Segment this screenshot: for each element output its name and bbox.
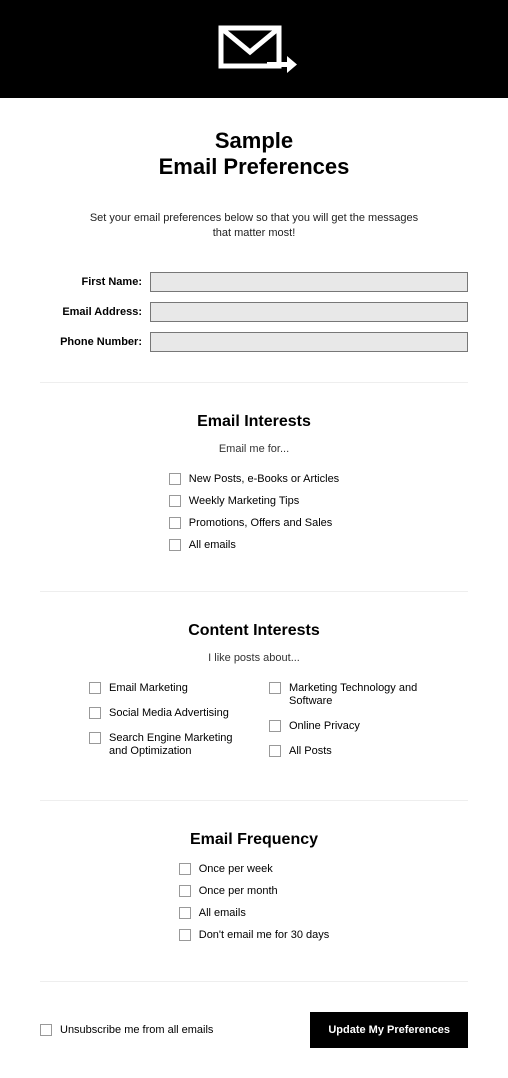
content-option[interactable]: All Posts — [269, 745, 419, 758]
field-phone: Phone Number: — [40, 332, 468, 352]
divider — [40, 981, 468, 982]
checkbox[interactable] — [89, 682, 101, 694]
frequency-label: Once per week — [199, 863, 273, 875]
content-option[interactable]: Marketing Technology and Software — [269, 682, 419, 708]
content-label: Marketing Technology and Software — [289, 682, 419, 708]
email-interests-list: New Posts, e-Books or Articles Weekly Ma… — [169, 473, 339, 561]
checkbox[interactable] — [269, 720, 281, 732]
interest-option[interactable]: All emails — [169, 539, 236, 551]
content-option[interactable]: Email Marketing — [89, 682, 239, 695]
email-forward-icon — [209, 22, 299, 77]
interest-option[interactable]: New Posts, e-Books or Articles — [169, 473, 339, 485]
footer-row: Unsubscribe me from all emails Update My… — [0, 1012, 508, 1048]
content-label: Search Engine Marketing and Optimization — [109, 732, 239, 758]
content-label: Online Privacy — [289, 720, 360, 733]
interest-label: Promotions, Offers and Sales — [189, 517, 332, 529]
title-line-2: Email Preferences — [159, 154, 350, 179]
divider — [40, 382, 468, 383]
email-frequency-heading: Email Frequency — [0, 831, 508, 849]
interest-label: Weekly Marketing Tips — [189, 495, 299, 507]
content-option[interactable]: Social Media Advertising — [89, 707, 239, 720]
phone-input[interactable] — [150, 332, 468, 352]
checkbox[interactable] — [269, 745, 281, 757]
update-preferences-button[interactable]: Update My Preferences — [310, 1012, 468, 1048]
header-banner — [0, 0, 508, 98]
unsubscribe-label: Unsubscribe me from all emails — [60, 1024, 213, 1036]
email-input[interactable] — [150, 302, 468, 322]
content-label: Email Marketing — [109, 682, 188, 695]
field-email: Email Address: — [40, 302, 468, 322]
unsubscribe-option[interactable]: Unsubscribe me from all emails — [40, 1024, 213, 1036]
content-col-2: Marketing Technology and Software Online… — [269, 682, 419, 771]
title-line-1: Sample — [215, 128, 293, 153]
email-interests-heading: Email Interests — [0, 413, 508, 431]
checkbox[interactable] — [269, 682, 281, 694]
content-option[interactable]: Online Privacy — [269, 720, 419, 733]
frequency-option[interactable]: Once per week — [179, 863, 273, 875]
checkbox[interactable] — [169, 495, 181, 507]
email-interests-sub: Email me for... — [0, 443, 508, 455]
email-frequency-list: Once per week Once per month All emails … — [179, 863, 330, 951]
interest-option[interactable]: Promotions, Offers and Sales — [169, 517, 332, 529]
content-interests-grid: Email Marketing Social Media Advertising… — [0, 682, 508, 771]
checkbox[interactable] — [169, 517, 181, 529]
checkbox[interactable] — [89, 707, 101, 719]
frequency-label: Once per month — [199, 885, 278, 897]
frequency-label: All emails — [199, 907, 246, 919]
interest-label: New Posts, e-Books or Articles — [189, 473, 339, 485]
phone-label: Phone Number: — [40, 336, 150, 348]
user-fields: First Name: Email Address: Phone Number: — [0, 272, 508, 352]
frequency-label: Don't email me for 30 days — [199, 929, 330, 941]
checkbox[interactable] — [179, 885, 191, 897]
content-option[interactable]: Search Engine Marketing and Optimization — [89, 732, 239, 758]
checkbox[interactable] — [179, 929, 191, 941]
content-col-1: Email Marketing Social Media Advertising… — [89, 682, 239, 771]
page-title: Sample Email Preferences — [0, 128, 508, 181]
checkbox[interactable] — [169, 539, 181, 551]
checkbox[interactable] — [40, 1024, 52, 1036]
checkbox[interactable] — [169, 473, 181, 485]
content-interests-heading: Content Interests — [0, 622, 508, 640]
interest-option[interactable]: Weekly Marketing Tips — [169, 495, 299, 507]
checkbox[interactable] — [179, 907, 191, 919]
field-first-name: First Name: — [40, 272, 468, 292]
frequency-option[interactable]: All emails — [179, 907, 246, 919]
first-name-label: First Name: — [40, 276, 150, 288]
content-interests-sub: I like posts about... — [0, 652, 508, 664]
content-label: All Posts — [289, 745, 332, 758]
checkbox[interactable] — [89, 732, 101, 744]
first-name-input[interactable] — [150, 272, 468, 292]
content-label: Social Media Advertising — [109, 707, 229, 720]
frequency-option[interactable]: Once per month — [179, 885, 278, 897]
checkbox[interactable] — [179, 863, 191, 875]
divider — [40, 591, 468, 592]
frequency-option[interactable]: Don't email me for 30 days — [179, 929, 330, 941]
interest-label: All emails — [189, 539, 236, 551]
divider — [40, 800, 468, 801]
email-label: Email Address: — [40, 306, 150, 318]
page-subtitle: Set your email preferences below so that… — [0, 211, 508, 242]
